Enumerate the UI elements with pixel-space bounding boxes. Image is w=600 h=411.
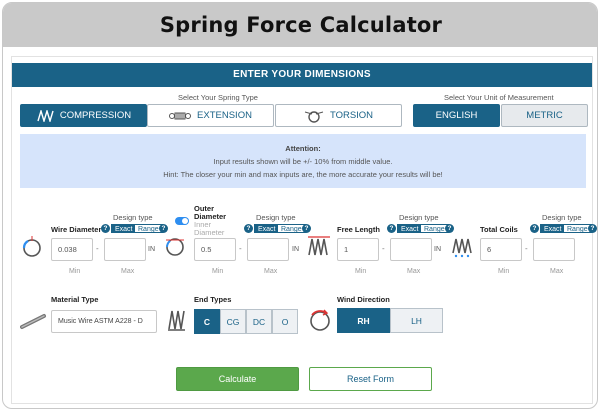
wire-diameter-label: Wire Diameter <box>51 225 102 234</box>
page-title: Spring Force Calculator <box>159 13 443 37</box>
wire-diameter-icon <box>22 236 41 257</box>
exact-toggle[interactable]: Exact <box>111 224 137 233</box>
torsion-label: TORSION <box>329 110 374 121</box>
help-icon[interactable]: ? <box>445 224 454 233</box>
end-types-label: End Types <box>194 295 232 304</box>
range-dash: - <box>382 244 385 253</box>
unit-label-in: IN <box>148 246 155 253</box>
material-type-label: Material Type <box>51 295 99 304</box>
wind-direction-icon <box>310 309 330 331</box>
reset-form-button[interactable]: Reset Form <box>309 367 432 391</box>
inner-diameter-label-2: Diameter <box>194 228 225 237</box>
end-type-o-button[interactable]: O <box>272 309 298 334</box>
end-type-icon <box>168 310 185 331</box>
min-caption: Min <box>355 268 367 275</box>
end-type-c-button[interactable]: C <box>194 309 220 334</box>
outer-diameter-min-input[interactable]: 0.5 <box>194 238 236 261</box>
title-bar: Spring Force Calculator <box>3 3 597 47</box>
unit-metric-button[interactable]: METRIC <box>501 104 588 127</box>
help-icon[interactable]: ? <box>387 224 396 233</box>
exact-toggle[interactable]: Exact <box>254 224 280 233</box>
max-caption: Max <box>264 268 278 275</box>
min-caption: Min <box>212 268 224 275</box>
card-heading: ENTER YOUR DIMENSIONS <box>12 63 592 87</box>
spring-type-compression-button[interactable]: COMPRESSION <box>20 104 147 127</box>
help-icon[interactable]: ? <box>244 224 253 233</box>
free-length-min-input[interactable]: 1 <box>337 238 379 261</box>
min-caption: Min <box>69 268 81 275</box>
total-coils-max-input[interactable] <box>533 238 575 261</box>
help-icon[interactable]: ? <box>101 224 110 233</box>
wire-diameter-max-input[interactable] <box>104 238 146 261</box>
attention-title: Attention: <box>285 144 321 153</box>
app-window: Spring Force Calculator ENTER YOUR DIMEN… <box>2 2 598 409</box>
help-icon[interactable]: ? <box>530 224 539 233</box>
max-caption: Max <box>407 268 421 275</box>
total-coils-icon <box>452 238 472 258</box>
end-type-dc-button[interactable]: DC <box>246 309 272 334</box>
design-type-label: Design type <box>542 213 582 222</box>
attention-line-1: Input results shown will be +/- 10% from… <box>213 157 393 166</box>
wire-diameter-min-input[interactable]: 0.038 <box>51 238 93 261</box>
compression-label: COMPRESSION <box>59 110 132 121</box>
spring-type-extension-button[interactable]: EXTENSION <box>147 104 274 127</box>
attention-line-2: Hint: The closer your min and max inputs… <box>163 170 443 179</box>
material-wire-icon <box>20 314 46 329</box>
help-icon[interactable]: ? <box>159 224 168 233</box>
extension-spring-icon <box>169 112 192 119</box>
free-length-label: Free Length <box>337 225 380 234</box>
total-coils-min-input[interactable]: 6 <box>480 238 522 261</box>
design-type-label: Design type <box>113 213 153 222</box>
attention-box: Attention: Input results shown will be +… <box>20 134 586 188</box>
max-caption: Max <box>550 268 564 275</box>
help-icon[interactable]: ? <box>302 224 311 233</box>
design-type-label: Design type <box>399 213 439 222</box>
torsion-spring-icon <box>304 110 324 123</box>
compression-spring-icon <box>37 109 54 122</box>
outer-diameter-icon <box>166 238 184 256</box>
unit-label: Select Your Unit of Measurement <box>444 93 554 102</box>
wind-rh-button[interactable]: RH <box>337 308 390 333</box>
end-type-cg-button[interactable]: CG <box>220 309 246 334</box>
max-caption: Max <box>121 268 135 275</box>
spring-type-torsion-button[interactable]: TORSION <box>275 104 402 127</box>
spring-type-label: Select Your Spring Type <box>178 93 258 102</box>
free-length-max-input[interactable] <box>390 238 432 261</box>
range-dash: - <box>96 244 99 253</box>
wind-direction-label: Wind Direction <box>337 295 390 304</box>
total-coils-label: Total Coils <box>480 225 518 234</box>
min-caption: Min <box>498 268 510 275</box>
unit-label-in: IN <box>434 246 441 253</box>
unit-english-button[interactable]: ENGLISH <box>413 104 500 127</box>
design-type-label: Design type <box>256 213 296 222</box>
calculate-button[interactable]: Calculate <box>176 367 299 391</box>
extension-label: EXTENSION <box>197 110 252 121</box>
wind-lh-button[interactable]: LH <box>390 308 443 333</box>
dimensions-card: ENTER YOUR DIMENSIONS Select Your Spring… <box>11 56 597 404</box>
free-length-icon <box>308 236 330 256</box>
range-dash: - <box>525 244 528 253</box>
exact-toggle[interactable]: Exact <box>540 224 566 233</box>
help-icon[interactable]: ? <box>588 224 597 233</box>
diameter-switch[interactable] <box>175 217 189 225</box>
range-dash: - <box>239 244 242 253</box>
unit-label-in: IN <box>292 246 299 253</box>
exact-toggle[interactable]: Exact <box>397 224 423 233</box>
material-type-select[interactable]: Music Wire ASTM A228 - D <box>51 310 157 333</box>
outer-diameter-max-input[interactable] <box>247 238 289 261</box>
